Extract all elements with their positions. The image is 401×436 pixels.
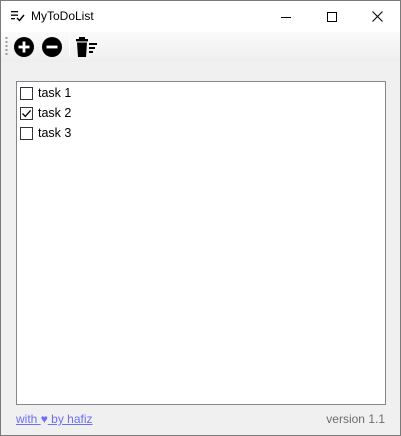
task-checkbox[interactable]	[20, 86, 33, 100]
window-title: MyToDoList	[31, 9, 94, 23]
title-bar[interactable]: MyToDoList	[1, 1, 400, 32]
maximize-button[interactable]	[309, 1, 355, 32]
task-label: task 2	[38, 106, 72, 120]
minimize-icon	[281, 16, 291, 18]
author-link[interactable]: with ♥ by hafiz	[16, 412, 93, 426]
task-list[interactable]: task 1 task 2 task 3	[16, 81, 386, 405]
task-label: task 1	[38, 86, 72, 100]
task-checkbox[interactable]	[20, 126, 33, 140]
close-icon	[371, 11, 383, 22]
trash-list-icon	[76, 37, 97, 57]
maximize-icon	[327, 11, 337, 22]
task-item[interactable]: task 3	[19, 123, 379, 143]
task-checkbox[interactable]	[20, 106, 33, 120]
toolbar-grip[interactable]	[5, 36, 8, 57]
minus-circle-icon	[42, 37, 62, 57]
author-link-prefix: with	[16, 412, 38, 426]
clear-tasks-button[interactable]	[75, 35, 99, 59]
checkmark-icon	[22, 109, 32, 117]
app-window: MyToDoList task 1 task 2 task 3 with ♥ b…	[0, 0, 401, 436]
minimize-button[interactable]	[263, 1, 309, 32]
plus-circle-icon	[14, 37, 34, 57]
heart-icon: ♥	[40, 412, 48, 426]
toolbar-separator	[69, 37, 70, 57]
remove-task-button[interactable]	[40, 35, 64, 59]
task-item[interactable]: task 1	[19, 83, 379, 103]
task-item[interactable]: task 2	[19, 103, 379, 123]
author-link-suffix: by hafiz	[51, 412, 93, 426]
close-button[interactable]	[354, 1, 400, 32]
add-task-button[interactable]	[12, 35, 36, 59]
task-label: task 3	[38, 126, 72, 140]
version-label: version 1.1	[326, 412, 385, 426]
toolbar	[1, 32, 400, 62]
checklist-icon	[11, 11, 25, 22]
